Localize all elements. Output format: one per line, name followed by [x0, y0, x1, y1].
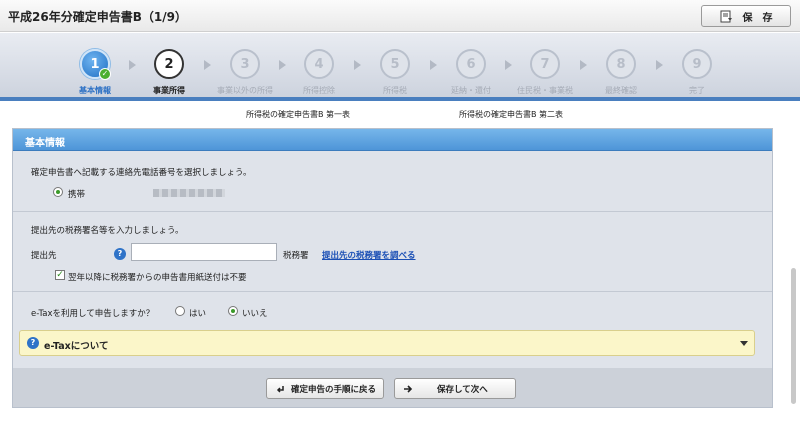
step-number: 8 [616, 56, 626, 72]
step-circle: 4 [304, 49, 334, 79]
step-label: 最終確認 [605, 86, 637, 95]
next-button-label: 保存して次へ [437, 384, 488, 395]
office-prompt: 提出先の税務署名等を入力しましょう。 [31, 226, 184, 236]
button-bar [12, 368, 773, 408]
etax-no-label: いいえ [242, 309, 268, 319]
phone-option-label: 携帯 [68, 190, 86, 200]
step-5[interactable]: 5 所得税 [360, 49, 430, 96]
office-field-label: 提出先 [31, 251, 57, 261]
subheading-form-1: 所得税の確定申告書B 第一表 [246, 110, 351, 119]
step-2[interactable]: 2 事業所得 [134, 49, 204, 96]
scrollbar[interactable] [791, 268, 796, 404]
step-circle: 7 [530, 49, 560, 79]
info-icon: ? [27, 337, 39, 349]
check-icon: ✓ [99, 68, 111, 80]
etax-info-title: e-Taxについて [44, 341, 109, 352]
etax-question: e-Taxを利用して申告しますか？ [31, 309, 155, 319]
no-mail-checkbox[interactable]: ✓ [55, 270, 65, 280]
step-label: 所得税 [383, 86, 407, 95]
step-circle: 1 ✓ [80, 49, 111, 80]
step-9[interactable]: 9 完了 [662, 49, 732, 96]
progress-steps: 1 ✓ 基本情報 2 事業所得 3 事業以外の所得 4 所得控除 5 所得税 6 延納・還付 7 住民税・事… [0, 33, 800, 101]
tax-office-section: 提出先の税務署名等を入力しましょう。 提出先 ? 税務署 提出先の税務署を調べる… [13, 212, 772, 292]
save-next-button[interactable]: 保存して次へ [394, 378, 516, 399]
step-8[interactable]: 8 最終確認 [586, 49, 656, 96]
etax-radio-yes[interactable] [175, 306, 185, 316]
panel-title: 基本情報 [13, 129, 772, 151]
step-number: 7 [540, 56, 550, 72]
step-6[interactable]: 6 延納・還付 [436, 49, 506, 96]
step-label: 事業以外の所得 [217, 86, 273, 95]
right-arrow-icon [404, 384, 413, 393]
chevron-down-icon [740, 341, 748, 346]
step-label: 所得控除 [303, 86, 335, 95]
etax-radio-no[interactable] [228, 306, 238, 316]
tax-office-input[interactable] [131, 243, 277, 261]
step-number: 5 [390, 56, 400, 72]
lookup-office-link[interactable]: 提出先の税務署を調べる [322, 249, 416, 261]
step-circle: 5 [380, 49, 410, 79]
save-button[interactable]: 保 存 [701, 5, 791, 27]
step-number: 9 [692, 56, 702, 72]
save-doc-icon [720, 10, 732, 22]
step-1[interactable]: 1 ✓ 基本情報 [60, 49, 130, 96]
step-circle: 6 [456, 49, 486, 79]
help-icon[interactable]: ? [114, 248, 126, 260]
step-number: 2 [164, 56, 174, 72]
basic-info-panel: 基本情報 確定申告書へ記載する連絡先電話番号を選択しましょう。 携帯 提出先の税… [12, 128, 773, 408]
back-button-label: 確定申告の手順に戻る [291, 384, 377, 395]
phone-prompt: 確定申告書へ記載する連絡先電話番号を選択しましょう。 [31, 168, 252, 178]
step-label: 完了 [689, 86, 705, 95]
masked-phone-number [153, 189, 225, 197]
save-button-label: 保 存 [742, 12, 773, 24]
step-number: 6 [466, 56, 476, 72]
subheading-form-2: 所得税の確定申告書B 第二表 [459, 110, 564, 119]
etax-yes-label: はい [189, 309, 207, 319]
step-circle: 9 [682, 49, 712, 79]
phone-section: 確定申告書へ記載する連絡先電話番号を選択しましょう。 携帯 [13, 151, 772, 212]
step-number: 3 [240, 56, 250, 72]
step-label: 基本情報 [79, 86, 111, 95]
phone-radio-mobile[interactable] [53, 187, 63, 197]
window-title: 平成26年分確定申告書B（1/9） [8, 10, 187, 24]
step-4[interactable]: 4 所得控除 [284, 49, 354, 96]
step-3[interactable]: 3 事業以外の所得 [210, 49, 280, 96]
return-arrow-icon [276, 385, 284, 393]
step-circle: 3 [230, 49, 260, 79]
etax-info-accordion[interactable]: ? e-Taxについて [19, 330, 755, 356]
back-to-steps-button[interactable]: 確定申告の手順に戻る [266, 378, 384, 399]
title-bar: 平成26年分確定申告書B（1/9） 保 存 [0, 0, 800, 32]
step-label: 事業所得 [153, 86, 185, 95]
step-label: 住民税・事業税 [517, 86, 573, 95]
step-number: 1 [90, 56, 100, 72]
office-suffix: 税務署 [283, 251, 309, 261]
step-label: 延納・還付 [451, 86, 491, 95]
no-mail-label: 翌年以降に税務署からの申告書用紙送付は不要 [68, 273, 247, 283]
step-circle: 2 [154, 49, 184, 79]
step-7[interactable]: 7 住民税・事業税 [510, 49, 580, 96]
step-circle: 8 [606, 49, 636, 79]
step-number: 4 [314, 56, 324, 72]
